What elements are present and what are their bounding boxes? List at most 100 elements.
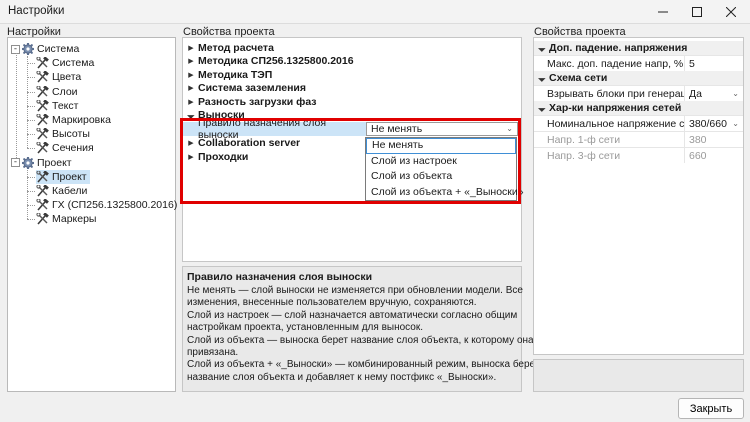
property-value[interactable]: 380/660 ⌄ bbox=[684, 116, 743, 131]
minimize-icon bbox=[658, 11, 668, 13]
property-name-cell[interactable]: Правило назначения слоя выноски bbox=[183, 117, 366, 141]
tree-item[interactable]: Проект bbox=[22, 156, 75, 170]
tree-item-label: Текст bbox=[52, 99, 79, 112]
property-key: Напр. 1-ф сети bbox=[547, 133, 621, 146]
tree-toggle[interactable]: - bbox=[11, 44, 20, 54]
chevron-down-icon: ⌄ bbox=[732, 119, 739, 128]
tree-item[interactable]: Высоты bbox=[36, 127, 93, 141]
expand-arrow-icon: ▶ bbox=[188, 153, 194, 161]
dropdown-option[interactable]: Слой из настроек bbox=[366, 154, 516, 170]
tree-toggle[interactable]: - bbox=[11, 158, 20, 168]
maximize-button[interactable] bbox=[680, 0, 714, 24]
description-line: Слой из объекта — выноска берет название… bbox=[187, 334, 534, 346]
property-key: Напр. 3-ф сети bbox=[547, 149, 621, 162]
property-row: Напр. 1-ф сети 380 bbox=[534, 131, 743, 147]
collapse-arrow-icon: ◢ bbox=[537, 43, 547, 53]
property-value[interactable]: Да ⌄ bbox=[684, 86, 743, 101]
property-category[interactable]: ▶ Collaboration server bbox=[183, 137, 300, 150]
property-group[interactable]: ◢ Доп. падение. напряжения bbox=[534, 41, 743, 55]
property-category[interactable]: ▶ Метод расчета bbox=[183, 41, 274, 54]
minimize-button[interactable] bbox=[646, 0, 680, 24]
property-category[interactable]: ▶ Система заземления bbox=[183, 82, 306, 95]
chevron-down-icon: ⌄ bbox=[732, 89, 739, 98]
tree-item[interactable]: Текст bbox=[36, 99, 81, 113]
property-value-select[interactable]: Не менять ⌄ bbox=[366, 121, 518, 136]
property-key: Взрывать блоки при генерации bbox=[547, 87, 684, 100]
description-line: Не менять — слой выноски не изменяется п… bbox=[187, 285, 523, 296]
close-icon bbox=[726, 7, 736, 17]
gear-icon bbox=[22, 43, 34, 55]
tree-item[interactable]: Система bbox=[22, 42, 82, 56]
expand-arrow-icon: ▶ bbox=[188, 58, 194, 65]
tree-item-label: ГХ (СП256.1325800.2016) bbox=[52, 199, 178, 212]
description-line: изменения, внесенные пользователем вручн… bbox=[187, 297, 477, 309]
description-line: Слой из настроек — слой назначается авто… bbox=[187, 309, 518, 321]
description-line: привязана. bbox=[187, 347, 239, 359]
property-key: Номинальное напряжение сети bbox=[547, 117, 684, 130]
description-line: название слоя объекта и добавляет к нему… bbox=[187, 371, 497, 383]
tree-item[interactable]: ГХ (СП256.1325800.2016) bbox=[36, 198, 180, 212]
tools-icon bbox=[36, 128, 49, 140]
tools-icon bbox=[36, 57, 49, 69]
dropdown-option[interactable]: Не менять bbox=[366, 138, 516, 154]
tree-item[interactable]: Слои bbox=[36, 85, 81, 99]
tree-item[interactable]: Система bbox=[36, 56, 97, 70]
tree-item-label: Кабели bbox=[52, 185, 88, 197]
property-category[interactable]: ▶ Методика ТЭП bbox=[183, 68, 272, 81]
tree-item-label: Сечения bbox=[52, 142, 94, 155]
tree-item[interactable]: Маркировка bbox=[36, 113, 114, 127]
tools-icon bbox=[36, 85, 49, 98]
tools-icon bbox=[36, 185, 49, 197]
description-panel: Правило назначения слоя выноски Не менят… bbox=[182, 266, 539, 392]
tools-icon bbox=[36, 199, 49, 211]
property-row: Напр. 3-ф сети 660 bbox=[534, 147, 743, 163]
window-title: Настройки bbox=[8, 5, 65, 17]
expand-arrow-icon: ▶ bbox=[188, 71, 194, 79]
dropdown-option[interactable]: Слой из объекта + «_Выноски» bbox=[366, 185, 524, 201]
property-category[interactable]: ▶ Разность загрузки фаз bbox=[183, 95, 316, 108]
tools-icon bbox=[36, 213, 49, 225]
tools-icon bbox=[36, 71, 49, 83]
collapse-arrow-icon: ◢ bbox=[186, 110, 196, 120]
expand-arrow-icon: ▶ bbox=[188, 98, 194, 106]
property-group[interactable]: ◢ Хар-ки напряжения сетей bbox=[534, 101, 743, 115]
property-value: 380 bbox=[684, 132, 743, 147]
tree-item[interactable]: Маркеры bbox=[36, 212, 99, 226]
layer-rule-dropdown-list[interactable]: Не менять Слой из настроек Слой из объекта… bbox=[365, 137, 524, 201]
description-line: Слой из объекта + «_Выноски» — комбиниро… bbox=[187, 359, 540, 371]
description-title: Правило назначения слоя выноски bbox=[187, 271, 373, 283]
property-group[interactable]: ◢ Схема сети bbox=[534, 71, 743, 85]
tree-item[interactable]: Проект bbox=[36, 169, 90, 184]
close-window-button[interactable] bbox=[714, 0, 748, 24]
tree-item-label: Проект bbox=[52, 170, 87, 183]
expand-arrow-icon: ▶ bbox=[188, 140, 194, 147]
property-category[interactable]: ▶ Методика СП256.1325800.2016 bbox=[183, 55, 353, 68]
dropdown-option[interactable]: Слой из объекта bbox=[366, 169, 516, 185]
expand-arrow-icon: ▶ bbox=[188, 44, 194, 52]
property-row[interactable]: Макс. доп. падение напр, % 5 bbox=[534, 55, 743, 71]
tree-item-label: Цвета bbox=[52, 71, 82, 84]
property-category[interactable]: ▶ Проходки bbox=[183, 150, 248, 163]
expand-arrow-icon: ▶ bbox=[188, 85, 194, 92]
property-row[interactable]: Номинальное напряжение сети380/660⌄ bbox=[534, 115, 743, 131]
right-description-panel bbox=[533, 359, 744, 392]
tools-icon bbox=[36, 170, 49, 183]
property-value[interactable]: 5 bbox=[684, 56, 743, 71]
collapse-arrow-icon: ◢ bbox=[537, 73, 547, 83]
property-row[interactable]: Взрывать блоки при генерации Да ⌄ bbox=[534, 85, 743, 101]
tools-icon bbox=[36, 99, 49, 112]
collapse-arrow-icon: ◢ bbox=[537, 103, 547, 113]
project-properties-grid[interactable]: ◢ Доп. падение. напряжения Макс. доп. паде… bbox=[533, 37, 744, 355]
tree-item-label: Высоты bbox=[52, 128, 90, 141]
tree-item[interactable]: Сечения bbox=[36, 141, 97, 155]
maximize-icon bbox=[692, 7, 702, 17]
chevron-down-icon: ⌄ bbox=[506, 124, 513, 133]
tree-item[interactable]: Кабели bbox=[36, 184, 90, 198]
description-line: настройкам проекта, установленным для вы… bbox=[187, 322, 423, 334]
tree-item[interactable]: Цвета bbox=[36, 70, 84, 84]
close-button[interactable]: Закрыть bbox=[678, 398, 744, 419]
settings-tree[interactable]: - Система Система Цвета Слои Текст Маркировка В… bbox=[7, 37, 177, 392]
tree-item-label: Маркировка bbox=[52, 114, 111, 126]
tree-item-label: Маркеры bbox=[52, 213, 97, 226]
gear-icon bbox=[22, 156, 34, 169]
